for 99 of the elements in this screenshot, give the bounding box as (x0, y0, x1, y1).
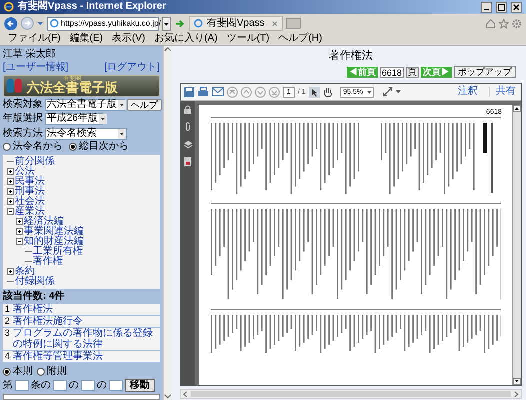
scrollbar[interactable] (163, 46, 172, 400)
menu-item[interactable]: ヘルプ(H) (278, 34, 322, 44)
radio-button[interactable] (3, 143, 11, 152)
field-label: 検索方法 (3, 128, 43, 138)
tree-item[interactable]: 産業法 (15, 206, 45, 217)
radio-button[interactable] (37, 368, 45, 376)
radio-label: 本則 (13, 366, 33, 376)
tree-item[interactable]: 公法 (15, 166, 35, 177)
print-icon[interactable] (198, 86, 209, 98)
tree-item[interactable]: 付録関係 (15, 276, 55, 287)
emblem-icon (7, 79, 23, 93)
home-icon[interactable] (486, 18, 496, 28)
logo-title: 六法全書電子版 (27, 82, 118, 96)
menu-item[interactable]: ツール(T) (226, 34, 270, 44)
tree-item[interactable]: 刑事法 (15, 186, 45, 197)
caret-icon[interactable] (396, 90, 401, 94)
star-icon[interactable] (499, 18, 509, 28)
page-go-button[interactable]: 頁 (406, 66, 419, 78)
fit-page-icon[interactable] (382, 87, 393, 97)
tree-item[interactable]: 著作権 (33, 256, 63, 267)
field-label: の (69, 380, 79, 391)
select-field[interactable]: 法令名検索 (45, 128, 127, 140)
number-input-field[interactable] (109, 380, 123, 392)
result-count: 該当件数: 4件 (3, 290, 66, 302)
number-input-field[interactable] (15, 380, 29, 392)
layers-icon[interactable] (184, 140, 192, 149)
number-input-field[interactable] (81, 380, 95, 392)
radio-button[interactable] (3, 368, 11, 376)
radio-label: 附則 (47, 366, 67, 376)
save-icon[interactable] (184, 86, 195, 98)
popup-button[interactable]: ポップアップ (454, 66, 516, 78)
page-number-field[interactable]: 6618 (380, 66, 404, 78)
caret-icon[interactable] (37, 20, 44, 26)
scrollbar[interactable] (512, 105, 521, 385)
comment-button[interactable]: 注釈 (456, 87, 480, 97)
caret-icon (99, 114, 108, 124)
tree-item[interactable]: 民事法 (15, 176, 45, 187)
help-button[interactable]: ヘルプ (127, 99, 162, 112)
number-input-field[interactable] (53, 380, 67, 392)
browser-logo-icon (4, 2, 14, 12)
browser-tab[interactable]: 有斐閣Vpass (189, 16, 283, 31)
result-item[interactable]: 2 著作権法施行令 (3, 316, 160, 327)
move-button[interactable]: 移動 (125, 379, 155, 392)
radio-button[interactable] (69, 143, 77, 152)
field-label: 条の (31, 380, 51, 391)
minimize-icon[interactable] (481, 2, 492, 12)
scrollbar[interactable] (180, 389, 522, 399)
page-icon (194, 19, 203, 28)
field-label: 検索対象 (3, 100, 43, 110)
tree-item[interactable]: 前分関係 (15, 156, 55, 167)
field-label: の (97, 380, 107, 391)
tree-item[interactable]: 工業所有権 (33, 246, 83, 257)
select-field[interactable]: 六法全書電子版 (45, 99, 125, 112)
link[interactable]: [ユーザー情報] (3, 62, 69, 73)
radio-label: 総目次から (79, 142, 129, 152)
caret-icon (118, 100, 126, 110)
lock-icon[interactable] (184, 105, 192, 114)
menu-item[interactable]: お気に入り(A) (154, 34, 218, 44)
result-item[interactable]: 1 著作権法 (3, 304, 160, 315)
window-title: 有斐閣Vpass - Internet Explorer (18, 2, 166, 12)
link[interactable]: [ログアウト] (104, 62, 160, 73)
user-name: 江草 栄太郎 (3, 49, 57, 60)
document-title: 著作権法 (328, 49, 374, 63)
share-button[interactable]: 共有 (489, 87, 518, 97)
caret-icon (118, 128, 126, 138)
collapse-icon[interactable] (16, 238, 23, 246)
collapse-icon[interactable] (7, 208, 14, 216)
paperclip-icon[interactable] (184, 122, 192, 132)
settings-icon[interactable] (512, 18, 522, 28)
hand-icon[interactable] (322, 86, 333, 98)
radio-label: 法令名から (13, 142, 63, 152)
dropdown-icon[interactable] (162, 16, 171, 30)
document-icon[interactable] (184, 157, 192, 167)
address-field[interactable]: https://vpass.yuhikaku.co.jp/ (47, 16, 159, 30)
expand-icon[interactable] (7, 268, 14, 276)
menu-item[interactable]: ファイル(F) (8, 34, 61, 44)
expand-icon[interactable] (7, 178, 14, 186)
mail-icon[interactable] (212, 87, 224, 97)
result-item[interactable]: 3 プログラムの著作物に係る登録の特例に関する法律 (3, 328, 160, 350)
close-icon[interactable] (511, 2, 522, 12)
menu-item[interactable]: 表示(V) (112, 34, 146, 44)
tree-item[interactable]: 経済法編 (24, 216, 64, 227)
maximize-icon[interactable] (496, 2, 507, 12)
back-icon[interactable] (4, 16, 18, 30)
expand-icon[interactable] (7, 168, 14, 176)
result-item[interactable]: 4 著作権等管理事業法 (3, 350, 160, 362)
tree-item[interactable]: 知的財産法編 (24, 236, 84, 247)
expand-icon[interactable] (7, 188, 14, 196)
tree-item[interactable]: 事業関連法編 (24, 226, 84, 237)
expand-icon[interactable] (16, 218, 23, 226)
menu-item[interactable]: 編集(E) (70, 34, 104, 44)
expand-icon[interactable] (16, 228, 23, 236)
tree-item[interactable]: 社会法 (15, 196, 45, 207)
field-label: 第 (3, 380, 13, 391)
field-label: 年版選択 (3, 114, 43, 124)
page-icon (50, 19, 59, 28)
cursor-icon[interactable] (308, 86, 320, 98)
tree-item[interactable]: 条約 (15, 266, 35, 277)
expand-icon[interactable] (7, 198, 14, 206)
